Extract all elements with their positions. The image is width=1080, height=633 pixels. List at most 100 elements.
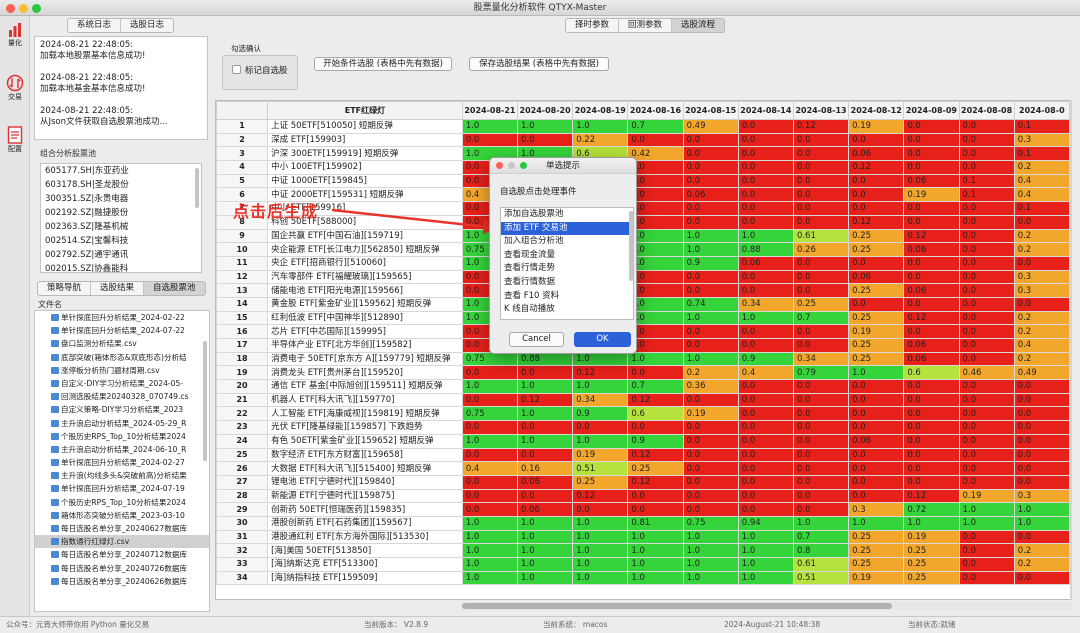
file-list-item[interactable]: 每日选股名单分享_20240626数据库: [35, 575, 209, 588]
save-result-button[interactable]: 保存选股结果 (表格中先有数据): [469, 57, 609, 71]
zoom-window-button[interactable]: [32, 4, 41, 13]
file-list-item[interactable]: 个股历史RPS_Top_10分析结果2024: [35, 430, 209, 443]
table-row[interactable]: 14黄金股 ETF[紫金矿业][159562] 短期反弹1.01.01.01.0…: [216, 296, 1070, 312]
table-row[interactable]: 25 数字经济 ETF[东方财富][159658] 0.0 0.0 0.19 0.12 0.…: [216, 447, 1070, 463]
dialog-list-scrollbar[interactable]: [629, 211, 633, 281]
file-list-item[interactable]: 主升浪(均线多头&突破前高)分析结果: [35, 469, 209, 482]
close-window-button[interactable]: [6, 4, 15, 13]
file-list-item[interactable]: 每日选股名单分享_20240726数据库: [35, 562, 209, 575]
table-row[interactable]: 17 半导体产业 ETF[北方华创][159582] 0.0 0.0 0.0 0.0 0.0…: [216, 338, 1070, 353]
table-row[interactable]: 1 上证 50ETF[510050] 短期反弹 1.0 1.0 1.0 0.7 0.49 0.…: [216, 119, 1070, 134]
pool-item[interactable]: 002015.SZ|协鑫能科: [41, 262, 201, 272]
dialog-option[interactable]: 查看行情数据: [501, 276, 633, 290]
date-column-header[interactable]: 2024-08-15: [682, 101, 739, 120]
file-list-item[interactable]: 每日选股名单分享_20240712数据库: [35, 548, 209, 561]
table-row[interactable]: 27 锂电池 ETF[宁德时代][159840] 0.0 0.06 0.25 0.12 0.…: [216, 474, 1070, 490]
date-column-header[interactable]: 2024-08-19: [572, 101, 629, 120]
table-row[interactable]: 13 储能电池 ETF[阳光电源][159566] 0.0 0.0 0.0 0.0 0.0 0…: [216, 283, 1070, 298]
table-row[interactable]: 15红利低波 ETF[中国神华][512890]1.01.01.01.01.01…: [216, 310, 1070, 326]
file-list-item[interactable]: 主升浪启动分析结果_2024-06-10_R: [35, 443, 209, 456]
date-column-header[interactable]: 2024-08-09: [903, 101, 960, 120]
horizontal-scrollbar[interactable]: [462, 602, 1072, 610]
dialog-option-list[interactable]: 添加自选股票池 添加 ETF 交易池 加入组合分析池 查看现金流量 查看行情走势 查看行情…: [500, 207, 634, 320]
table-row[interactable]: 26 大数据 ETF[科大讯飞][515400] 短期反弹 0.4 0.16 0.51 0…: [216, 461, 1070, 476]
tab-select-result[interactable]: 选股结果: [91, 282, 145, 295]
file-list-item[interactable]: 每日选股名单分享_20240627数据库: [35, 522, 209, 535]
table-row[interactable]: 20 通信 ETF 基金[中际旭创][159511] 短期反弹 1.0 1.0 1.0 0…: [216, 379, 1070, 394]
quant-nav-button[interactable]: 量化: [2, 22, 28, 58]
mark-watchlist-checkbox[interactable]: [232, 65, 241, 74]
table-row[interactable]: 31 港股通红利 ETF[东方海外国际][513530] 1.0 1.0 1.0 1.0 1…: [216, 529, 1070, 545]
dialog-cancel-button[interactable]: Cancel: [509, 332, 564, 347]
file-list-item[interactable]: 个股历史RPS_Top_10分析结果2024: [35, 496, 209, 509]
tab-strategy-nav[interactable]: 策略导航: [38, 282, 92, 295]
date-column-header[interactable]: 2024-08-12: [848, 101, 905, 120]
trade-nav-button[interactable]: 交易: [2, 74, 28, 110]
pool-item[interactable]: 002363.SZ|隆基机械: [41, 220, 201, 234]
file-list-item[interactable]: 箱体形态突破分析结果_2023-03-10: [35, 509, 209, 522]
table-row[interactable]: 28 新能源 ETF[宁德时代][159875] 0.0 0.0 0.12 0.0 0.0 0…: [216, 488, 1070, 504]
tab-select-log[interactable]: 选股日志: [121, 19, 173, 32]
table-row[interactable]: 5 中证 1000ETF[159845] 0.0 0.0 0.0 0.0 0.0 0.0 0.0…: [216, 173, 1070, 189]
file-list-item[interactable]: 底部突破(箱体形态&双底形态)分析结: [35, 351, 209, 364]
pool-item[interactable]: 002514.SZ|宝馨科技: [41, 234, 201, 248]
dialog-option[interactable]: K 线自动播放: [501, 303, 633, 317]
dialog-option[interactable]: 加入组合分析池: [501, 235, 633, 249]
dialog-option[interactable]: 查看现金流量: [501, 249, 633, 263]
pool-item[interactable]: 603178.SH|圣龙股份: [41, 178, 201, 192]
table-row[interactable]: 6中证 2000ETF[159531] 短期反弹0.40.00.00.00.06…: [216, 187, 1070, 203]
minimize-window-button[interactable]: [19, 4, 28, 13]
date-column-header[interactable]: 2024-08-13: [792, 101, 850, 120]
start-select-button[interactable]: 开始条件选股 (表格中先有数据): [314, 57, 452, 71]
table-row[interactable]: 22 人工智能 ETF[海康威视][159819] 短期反弹 0.75 1.0 0.9 0…: [216, 406, 1070, 422]
date-column-header[interactable]: 2024-08-08: [958, 101, 1015, 120]
pool-item[interactable]: 002792.SZ|通宇通讯: [41, 248, 201, 262]
date-column-header[interactable]: 2024-08-0: [1013, 101, 1070, 120]
file-list[interactable]: 单针探底回升分析结果_2024-02-22 单针探底回升分析结果_2024-07-…: [34, 310, 210, 612]
dialog-option[interactable]: 查看行情走势: [501, 262, 633, 276]
dialog-ok-button[interactable]: OK: [574, 332, 631, 347]
dialog-close-button[interactable]: [496, 162, 503, 169]
table-row[interactable]: 32 [海]美国 50ETF[513850] 1.0 1.0 1.0 1.0 1.0 1.0 0…: [216, 543, 1070, 558]
vertical-scrollbar[interactable]: [1070, 100, 1072, 600]
table-row[interactable]: 3 沪深 300ETF[159919] 短期反弹 1.0 1.0 0.6 0.42 0.0 0…: [216, 146, 1070, 162]
date-column-header[interactable]: 2024-08-14: [737, 101, 794, 120]
table-row[interactable]: 2 深成 ETF[159903] 0.0 0.0 0.22 0.0 0.0 0.0 0.0 0.0…: [216, 132, 1070, 148]
file-list-item[interactable]: 自定义-DIY学习分析结果_2024-05-: [35, 377, 209, 390]
pool-item[interactable]: 300351.SZ|永贵电器: [41, 192, 201, 206]
table-row[interactable]: 29 创新药 50ETF[恒瑞医药][159835] 0.0 0.06 0.0 0.0 0.…: [216, 502, 1070, 517]
table-row[interactable]: 21 机器人 ETF[科大讯飞][159770] 0.0 0.12 0.34 0.12 0.…: [216, 392, 1070, 408]
file-list-scrollbar[interactable]: [203, 341, 207, 461]
table-row[interactable]: 16芯片 ETF[中芯国际][159995]0.00.00.00.00.00.0…: [216, 324, 1070, 339]
pool-item[interactable]: 605177.SH|东亚药业: [41, 164, 201, 178]
table-row[interactable]: 30 港股创新药 ETF[石药集团][159567] 1.0 1.0 1.0 0.81 0.…: [216, 515, 1070, 531]
dialog-option[interactable]: 查看 F10 资料: [501, 290, 633, 304]
file-list-item[interactable]: 单针探底回升分析结果_2024-07-22: [35, 324, 209, 337]
date-column-header[interactable]: 2024-08-21: [461, 101, 519, 120]
config-nav-button[interactable]: 配置: [2, 126, 28, 162]
table-row[interactable]: 19 消费龙头 ETF[贵州茅台][159520] 0.0 0.0 0.12 0.0 0.2…: [216, 365, 1070, 381]
file-list-item[interactable]: 涨停板分析热门题材周期.csv: [35, 364, 209, 377]
dialog-zoom-button[interactable]: [520, 162, 527, 169]
date-column-header[interactable]: 2024-08-16: [627, 101, 684, 120]
file-list-item[interactable]: 自定义策略-DIY学习分析结果_2023: [35, 403, 209, 416]
dialog-option[interactable]: 添加自选股票池: [501, 208, 633, 222]
table-row[interactable]: 24 有色 50ETF[紫金矿业][159652] 短期反弹 1.0 1.0 1.0 0.…: [216, 433, 1070, 449]
table-row[interactable]: 23 光伏 ETF[隆基绿能][159857] 下跌趋势 0.0 0.0 0.0 0.0 0…: [216, 420, 1070, 435]
table-row[interactable]: 34 [海]纳指科技 ETF[159509] 1.0 1.0 1.0 1.0 1.0 1.0 0…: [216, 570, 1070, 586]
scrollbar-thumb[interactable]: [462, 603, 892, 609]
file-list-item[interactable]: 单针探底回升分析结果_2024-02-22: [35, 311, 209, 324]
file-list-item[interactable]: 主升浪启动分析结果_2024-05-29_R: [35, 417, 209, 430]
file-list-item[interactable]: 盘口监测分析结果.csv: [35, 337, 209, 350]
tab-select-flow[interactable]: 选股流程: [672, 19, 725, 32]
file-list-item[interactable]: 回测选股结果20240328_070749.cs: [35, 390, 209, 403]
pool-scrollbar[interactable]: [195, 168, 199, 208]
tab-timing-params[interactable]: 择时参数: [566, 19, 620, 32]
dialog-minimize-button[interactable]: [508, 162, 515, 169]
pool-item[interactable]: 002192.SZ|融捷股份: [41, 206, 201, 220]
table-row[interactable]: 18 消费电子 50ETF[京东方 A][159779] 短期反弹 0.75 0.88…: [216, 351, 1070, 367]
pool-list[interactable]: 605177.SH|东亚药业 603178.SH|圣龙股份 300351.SZ|永贵…: [40, 163, 202, 273]
tab-watchlist[interactable]: 自选股票池: [144, 282, 205, 295]
dialog-option[interactable]: 添加 ETF 交易池: [501, 221, 633, 236]
date-column-header[interactable]: 2024-08-20: [516, 101, 574, 120]
